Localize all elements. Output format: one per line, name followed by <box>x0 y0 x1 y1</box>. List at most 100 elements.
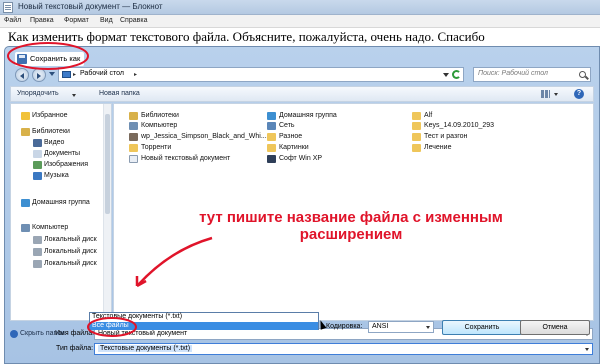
file-item[interactable]: Keys_14.09.2010_293 <box>412 122 494 130</box>
floppy-disk-icon <box>17 54 27 64</box>
nav-item-video[interactable]: Видео <box>33 139 64 147</box>
nav-pane-scrollbar[interactable] <box>103 104 111 320</box>
folder-icon <box>267 133 276 141</box>
file-item[interactable]: Торренти <box>129 144 171 152</box>
menu-view[interactable]: Вид <box>100 17 113 24</box>
chevron-down-icon[interactable] <box>72 94 76 97</box>
music-icon <box>33 172 42 180</box>
homegroup-icon <box>267 112 276 120</box>
breadcrumb-location[interactable]: Рабочий стол <box>80 70 124 77</box>
folder-icon <box>412 122 421 130</box>
chevron-down-icon[interactable] <box>426 326 430 329</box>
nav-item-homegroup[interactable]: Домашняя группа <box>21 199 90 207</box>
nav-item-images[interactable]: Изображения <box>33 161 88 169</box>
computer-icon <box>21 224 30 232</box>
folder-icon <box>412 144 421 152</box>
filetype-option-all-files[interactable]: Все файлы <box>90 322 318 330</box>
breadcrumb-separator-icon[interactable]: ▸ <box>73 71 76 78</box>
annotation-text: тут пишите название файла с изменным рас… <box>199 209 503 243</box>
file-item[interactable]: wp_Jessica_Simpson_Black_and_Whi... <box>129 133 267 141</box>
refresh-icon[interactable] <box>452 70 461 79</box>
breadcrumb-separator-icon[interactable]: ▸ <box>134 71 137 78</box>
view-options-icon[interactable] <box>541 90 550 98</box>
back-arrow-icon[interactable] <box>15 68 29 82</box>
nav-item-local-disk[interactable]: Локальный диск <box>33 248 97 256</box>
nav-item-documents[interactable]: Документы <box>33 150 80 158</box>
file-item[interactable]: Новый текстовый документ <box>129 155 230 163</box>
organize-button[interactable]: Упорядочить <box>17 90 59 97</box>
dialog-toolbar: Упорядочить Новая папка ? <box>10 86 594 102</box>
filetype-select[interactable]: Текстовые документы (*.txt) <box>94 343 593 355</box>
filetype-dropdown-list: Текстовые документы (*.txt) Все файлы <box>89 312 319 330</box>
folder-icon <box>267 144 276 152</box>
menu-format[interactable]: Формат <box>64 17 89 24</box>
search-input[interactable]: Поиск: Рабочий стол <box>473 67 591 82</box>
notepad-title-bar: Новый текстовый документ — Блокнот <box>0 0 600 15</box>
cancel-button[interactable]: Отмена <box>520 320 590 335</box>
nav-item-local-disk[interactable]: Локальный диск <box>33 260 97 268</box>
hard-disk-icon <box>33 260 42 268</box>
computer-icon <box>129 122 138 130</box>
nav-item-libraries[interactable]: Библиотеки <box>21 128 70 136</box>
address-bar[interactable]: ▸ Рабочий стол ▸ <box>58 67 464 82</box>
search-icon[interactable] <box>579 71 586 78</box>
forward-arrow-icon[interactable] <box>32 68 46 82</box>
file-item[interactable]: Библиотеки <box>129 112 179 120</box>
folder-icon <box>412 133 421 141</box>
nav-item-computer[interactable]: Компьютер <box>21 224 68 232</box>
encoding-label: Кодировка: <box>326 323 363 330</box>
star-icon <box>21 112 30 120</box>
file-item[interactable]: Alf <box>412 112 432 120</box>
recent-locations-dropdown-icon[interactable] <box>49 72 55 76</box>
file-item[interactable]: Лечение <box>412 144 451 152</box>
hard-disk-icon <box>33 236 42 244</box>
homegroup-icon <box>21 199 30 207</box>
menu-help[interactable]: Справка <box>120 17 147 24</box>
filetype-option-txt[interactable]: Текстовые документы (*.txt) <box>92 313 182 320</box>
encoding-select[interactable]: ANSI <box>368 321 434 333</box>
file-item[interactable]: Домашняя группа <box>267 112 337 120</box>
file-item[interactable]: Разное <box>267 133 302 141</box>
desktop-icon <box>62 71 71 78</box>
library-icon <box>129 112 138 120</box>
file-item[interactable]: Компьютер <box>129 122 177 130</box>
encoding-value: ANSI <box>372 323 389 330</box>
save-button[interactable]: Сохранить <box>442 320 522 335</box>
chevron-up-icon <box>10 330 18 338</box>
file-item[interactable]: Сеть <box>267 122 295 130</box>
notepad-icon <box>3 2 13 13</box>
new-folder-button[interactable]: Новая папка <box>99 90 140 97</box>
chevron-down-icon[interactable] <box>585 348 589 351</box>
text-file-icon <box>129 155 138 163</box>
folder-icon <box>129 144 138 152</box>
network-icon <box>267 122 276 130</box>
navigation-pane: Избранное Библиотеки Видео Документы Изо… <box>10 103 112 321</box>
application-icon <box>267 155 276 163</box>
search-placeholder: Поиск: Рабочий стол <box>478 70 548 77</box>
folder-icon <box>412 112 421 120</box>
file-item[interactable]: Тест и разгон <box>412 133 467 141</box>
help-icon[interactable]: ? <box>574 89 584 99</box>
library-icon <box>21 128 30 136</box>
file-item[interactable]: Софт Win XP <box>267 155 322 163</box>
nav-item-favorites[interactable]: Избранное <box>21 112 67 120</box>
filetype-label: Тип файла: <box>56 345 94 352</box>
images-icon <box>33 161 42 169</box>
nav-item-music[interactable]: Музыка <box>33 172 69 180</box>
notepad-body-text[interactable]: Как изменить формат текстового файла. Об… <box>8 29 485 45</box>
documents-icon <box>33 150 42 158</box>
menu-file[interactable]: Файл <box>4 17 21 24</box>
nav-item-local-disk[interactable]: Локальный диск <box>33 236 97 244</box>
notepad-menu-bar: Файл Правка Формат Вид Справка <box>0 15 600 28</box>
scrollbar-thumb[interactable] <box>105 114 110 214</box>
chevron-down-icon[interactable] <box>554 93 558 96</box>
hard-disk-icon <box>33 248 42 256</box>
video-icon <box>33 139 42 147</box>
image-file-icon <box>129 133 138 141</box>
file-item[interactable]: Картинки <box>267 144 309 152</box>
address-dropdown-icon[interactable] <box>443 73 449 77</box>
filetype-value: Текстовые документы (*.txt) <box>98 345 193 352</box>
hide-folders-button[interactable]: Скрыть папки <box>10 330 64 338</box>
dialog-title-text: Сохранить как <box>30 54 81 63</box>
menu-edit[interactable]: Правка <box>30 17 54 24</box>
